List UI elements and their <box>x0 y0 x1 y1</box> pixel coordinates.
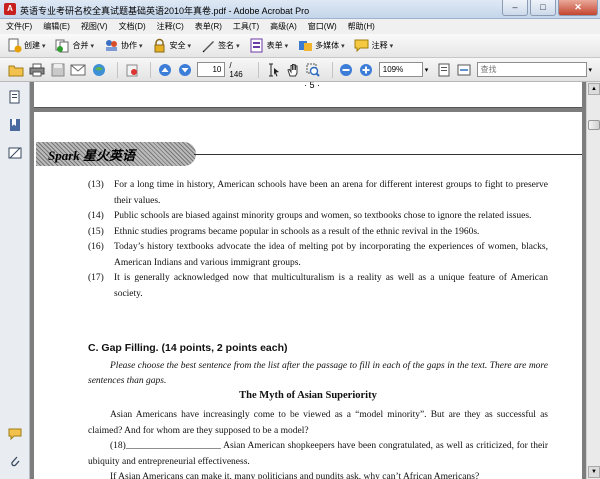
list-item: (14) Public schools are biased against mi… <box>88 211 532 221</box>
multimedia-icon <box>297 38 313 54</box>
maximize-button[interactable]: □ <box>530 0 556 16</box>
bookmarks-panel-icon[interactable] <box>8 118 22 132</box>
toolbar-separator <box>331 61 333 78</box>
create-button[interactable]: 创建 ▾ <box>6 38 46 54</box>
previous-page-number: · 5 · <box>304 82 321 90</box>
fit-width-icon[interactable] <box>456 61 471 79</box>
article-title: The Myth of Asian Superiority <box>239 390 377 401</box>
comments-panel-icon[interactable] <box>8 427 22 441</box>
dropdown-arrow-icon: ▾ <box>284 42 289 50</box>
sign-button[interactable]: 签名 ▾ <box>200 38 240 54</box>
find-dropdown-icon[interactable]: ▾ <box>589 66 593 74</box>
menu-help[interactable]: 帮助(H) <box>348 21 375 32</box>
dropdown-arrow-icon: ▾ <box>139 42 143 50</box>
list-item: (15) Ethnic studies programs became popul… <box>88 226 480 237</box>
previous-page-icon[interactable] <box>157 61 172 79</box>
navigation-pane <box>0 82 30 479</box>
email-icon[interactable] <box>70 61 86 79</box>
dropdown-arrow-icon: ▾ <box>187 42 192 50</box>
attachments-panel-icon[interactable] <box>8 454 22 468</box>
select-text-icon[interactable] <box>265 61 280 79</box>
hand-tool-icon[interactable] <box>285 61 300 79</box>
dropdown-arrow-icon: ▾ <box>389 42 394 50</box>
form-icon <box>249 38 265 54</box>
globe-upload-icon[interactable] <box>91 61 106 79</box>
toolbar-separator <box>258 61 260 78</box>
paragraph: (18)____________________ Asian American … <box>88 441 548 467</box>
menu-edit[interactable]: 编辑(E) <box>43 21 70 32</box>
pdf-page: Spark 星火英语 (13) For a long time in histor… <box>34 112 582 479</box>
section-title: C. Gap Filling. (14 points, 2 points eac… <box>88 342 288 354</box>
combine-button[interactable]: 合并 ▾ <box>55 38 95 54</box>
window-controls: – □ ✕ <box>502 0 598 16</box>
open-folder-icon[interactable] <box>8 61 24 79</box>
header-rule <box>194 154 582 155</box>
save-icon[interactable] <box>50 61 65 79</box>
multimedia-button[interactable]: 多媒体 ▾ <box>297 38 345 54</box>
menu-view[interactable]: 视图(V) <box>81 21 108 32</box>
signatures-panel-icon[interactable] <box>8 146 22 160</box>
list-item: (17) It is generally acknowledged now tha… <box>88 273 548 299</box>
toolbar-separator <box>150 61 152 78</box>
marquee-zoom-icon[interactable] <box>305 61 320 79</box>
lock-icon <box>152 38 168 54</box>
vertical-scrollbar[interactable]: ▲ ▼ <box>586 82 600 479</box>
dropdown-arrow-icon: ▾ <box>90 42 95 50</box>
menu-bar: 文件(F) 编辑(E) 视图(V) 文档(D) 注释(C) 表单(R) 工具(T… <box>0 19 600 34</box>
close-button[interactable]: ✕ <box>558 0 598 16</box>
zoom-in-icon[interactable] <box>359 61 374 79</box>
find-input[interactable] <box>476 62 587 77</box>
collaborate-button[interactable]: 协作 ▾ <box>103 38 143 54</box>
menu-window[interactable]: 窗口(W) <box>308 21 337 32</box>
task-toolbar: 创建 ▾ 合并 ▾ 协作 ▾ 安全 ▾ 签名 ▾ 表单 ▾ 多媒体 ▾ 注释 ▾ <box>0 34 600 58</box>
fit-page-icon[interactable] <box>436 61 451 79</box>
pages-panel-icon[interactable] <box>8 90 22 104</box>
scroll-up-arrow-icon[interactable]: ▲ <box>588 83 600 95</box>
page-number-input[interactable] <box>197 62 226 77</box>
toolbar-separator <box>117 61 119 78</box>
section-instructions: Please choose the best sentence from the… <box>88 361 548 386</box>
zoom-out-icon[interactable] <box>338 61 353 79</box>
page-total: / 146 <box>229 60 243 79</box>
menu-advanced[interactable]: 高级(A) <box>270 21 297 32</box>
secure-button[interactable]: 安全 ▾ <box>152 38 192 54</box>
menu-forms[interactable]: 表单(R) <box>195 21 222 32</box>
navigation-toolbar: / 146 ▾ ▾ <box>0 58 600 82</box>
zoom-dropdown-icon[interactable]: ▾ <box>425 66 429 74</box>
scroll-thumb[interactable] <box>588 120 600 130</box>
acrobat-app-icon: A <box>4 3 16 15</box>
next-page-icon[interactable] <box>177 61 192 79</box>
paragraph: If Asian Americans can make it, many pol… <box>110 472 480 479</box>
scroll-down-arrow-icon[interactable]: ▼ <box>588 466 600 478</box>
menu-document[interactable]: 文档(D) <box>119 21 146 32</box>
minimize-button[interactable]: – <box>502 0 528 16</box>
menu-file[interactable]: 文件(F) <box>6 21 32 32</box>
document-view[interactable]: · 5 · Spark 星火英语 (13) For a long time in … <box>30 82 586 479</box>
menu-comments[interactable]: 注释(C) <box>157 21 184 32</box>
create-pdf-icon <box>6 38 22 54</box>
previous-page-bottom: · 5 · <box>34 82 582 108</box>
comment-button[interactable]: 注释 ▾ <box>354 38 394 54</box>
statement-list: (13) For a long time in history, American… <box>88 178 548 302</box>
combine-icon <box>55 38 71 54</box>
collaborate-icon <box>103 38 119 54</box>
list-item: (16) Today’s history textbooks advocate t… <box>88 242 548 268</box>
dropdown-arrow-icon: ▾ <box>42 42 46 50</box>
comment-icon <box>354 38 370 54</box>
list-item: (13) For a long time in history, American… <box>88 180 548 206</box>
title-bar: A 英语专业考研名校全真试题基础英语2010年真卷.pdf - Adobe Ac… <box>0 0 600 19</box>
banner-logo: Spark 星火英语 <box>48 148 136 163</box>
clipboard-icon[interactable] <box>124 61 139 79</box>
dropdown-arrow-icon: ▾ <box>236 42 240 50</box>
dropdown-arrow-icon: ▾ <box>341 42 345 50</box>
zoom-level-input[interactable] <box>378 62 423 77</box>
forms-button[interactable]: 表单 ▾ <box>249 38 289 54</box>
pen-icon <box>200 38 216 54</box>
menu-tools[interactable]: 工具(T) <box>233 21 259 32</box>
paragraph: Asian Americans have increasingly come t… <box>88 410 548 436</box>
window-title: 英语专业考研名校全真试题基础英语2010年真卷.pdf - Adobe Acro… <box>20 6 310 16</box>
print-icon[interactable] <box>29 61 45 79</box>
